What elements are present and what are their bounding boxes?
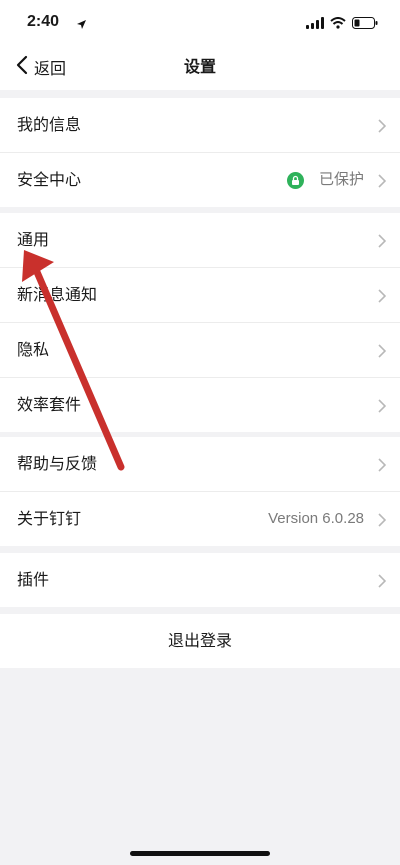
app-version: Version 6.0.28 — [268, 510, 364, 527]
row-label: 隐私 — [17, 340, 50, 359]
status-bar: 2:40 — [0, 0, 400, 44]
location-arrow-icon — [76, 15, 87, 34]
chevron-right-icon — [378, 398, 387, 417]
battery-icon — [352, 14, 378, 33]
settings-group-plugins: 插件 — [0, 553, 400, 607]
status-time: 2:40 — [27, 13, 60, 30]
back-label: 返回 — [34, 59, 67, 78]
chevron-right-icon — [378, 343, 387, 362]
status-icons — [306, 14, 378, 33]
chevron-right-icon — [378, 288, 387, 307]
row-efficiency-suite[interactable]: 效率套件 — [0, 378, 400, 432]
row-label: 我的信息 — [17, 115, 82, 134]
back-button[interactable]: 返回 — [16, 44, 66, 90]
row-about-dingtalk[interactable]: 关于钉钉 Version 6.0.28 — [0, 492, 400, 546]
settings-group-account: 我的信息 安全中心 已保护 — [0, 98, 400, 207]
row-label: 通用 — [17, 230, 50, 249]
row-label: 关于钉钉 — [17, 509, 82, 528]
row-my-info[interactable]: 我的信息 — [0, 98, 400, 153]
row-label: 插件 — [17, 570, 50, 589]
logout-button[interactable]: 退出登录 — [0, 614, 400, 668]
chevron-right-icon — [378, 173, 387, 192]
settings-group-general: 通用 新消息通知 隐私 效率套件 — [0, 213, 400, 432]
row-label: 新消息通知 — [17, 285, 98, 304]
wifi-icon — [330, 14, 346, 33]
nav-bar: 设置 返回 — [0, 44, 400, 90]
row-label: 帮助与反馈 — [17, 454, 98, 473]
row-plugins[interactable]: 插件 — [0, 553, 400, 607]
row-general[interactable]: 通用 — [0, 213, 400, 268]
settings-group-about: 帮助与反馈 关于钉钉 Version 6.0.28 — [0, 437, 400, 546]
chevron-right-icon — [378, 457, 387, 476]
lock-icon — [287, 172, 304, 189]
home-indicator — [130, 851, 270, 856]
row-label: 效率套件 — [17, 395, 82, 414]
row-label: 安全中心 — [17, 170, 82, 189]
chevron-right-icon — [378, 512, 387, 531]
row-privacy[interactable]: 隐私 — [0, 323, 400, 378]
chevron-right-icon — [378, 233, 387, 252]
chevron-right-icon — [378, 573, 387, 592]
back-chevron-icon — [16, 55, 28, 79]
chevron-right-icon — [378, 118, 387, 137]
security-status: 已保护 — [318, 171, 364, 188]
row-new-message-notification[interactable]: 新消息通知 — [0, 268, 400, 323]
row-help-feedback[interactable]: 帮助与反馈 — [0, 437, 400, 492]
signal-icon — [306, 14, 324, 33]
row-security-center[interactable]: 安全中心 已保护 — [0, 153, 400, 207]
